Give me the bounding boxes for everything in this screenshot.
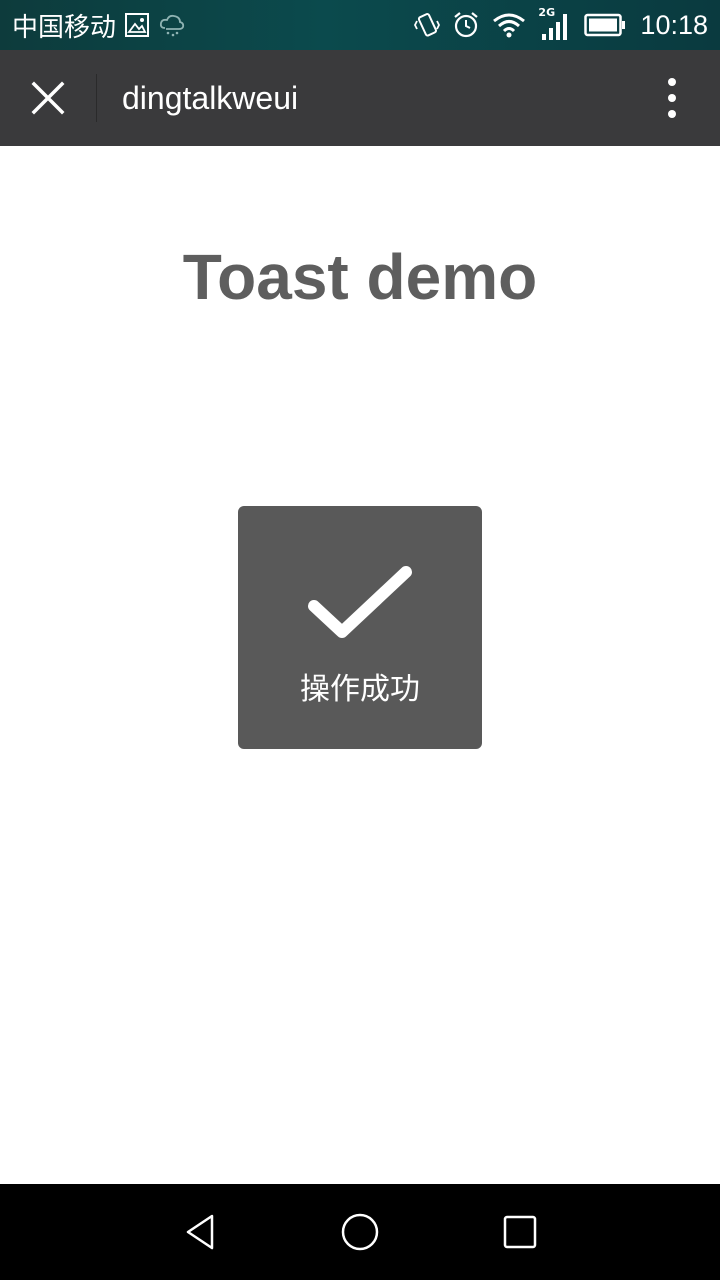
back-icon bbox=[186, 1214, 214, 1250]
vibrate-icon bbox=[414, 13, 441, 37]
cellular-signal: 2G bbox=[538, 6, 572, 42]
close-icon bbox=[31, 81, 65, 115]
recents-icon bbox=[503, 1215, 537, 1249]
cloud-icon bbox=[159, 14, 185, 37]
battery-icon bbox=[584, 13, 626, 37]
home-button[interactable] bbox=[336, 1208, 384, 1256]
more-vertical-icon bbox=[668, 78, 676, 118]
toast: 操作成功 bbox=[238, 506, 482, 749]
app-bar: dingtalkweui bbox=[0, 50, 720, 146]
back-button[interactable] bbox=[176, 1208, 224, 1256]
close-button[interactable] bbox=[18, 68, 78, 128]
wifi-icon bbox=[493, 13, 526, 38]
status-bar: 中国移动 2G 10:18 bbox=[0, 0, 720, 50]
status-clock: 10:18 bbox=[640, 9, 708, 40]
app-bar-divider bbox=[96, 74, 97, 122]
checkmark-icon bbox=[308, 566, 412, 638]
page-title: Toast demo bbox=[182, 241, 538, 313]
home-icon bbox=[341, 1213, 379, 1251]
more-options-button[interactable] bbox=[648, 74, 696, 122]
carrier-name: 中国移动 bbox=[12, 12, 117, 43]
recents-button[interactable] bbox=[496, 1208, 544, 1256]
status-right: 2G 10:18 bbox=[414, 0, 708, 50]
toast-message: 操作成功 bbox=[300, 672, 420, 707]
screen: 中国移动 2G 10:18 dingtalkweui Toast demo 操作… bbox=[0, 0, 720, 1280]
navigation-bar bbox=[0, 1184, 720, 1280]
signal-icon bbox=[542, 14, 568, 40]
alarm-icon bbox=[454, 12, 479, 38]
app-title: dingtalkweui bbox=[122, 80, 299, 116]
image-icon bbox=[125, 13, 150, 37]
status-left: 中国移动 bbox=[12, 0, 186, 50]
